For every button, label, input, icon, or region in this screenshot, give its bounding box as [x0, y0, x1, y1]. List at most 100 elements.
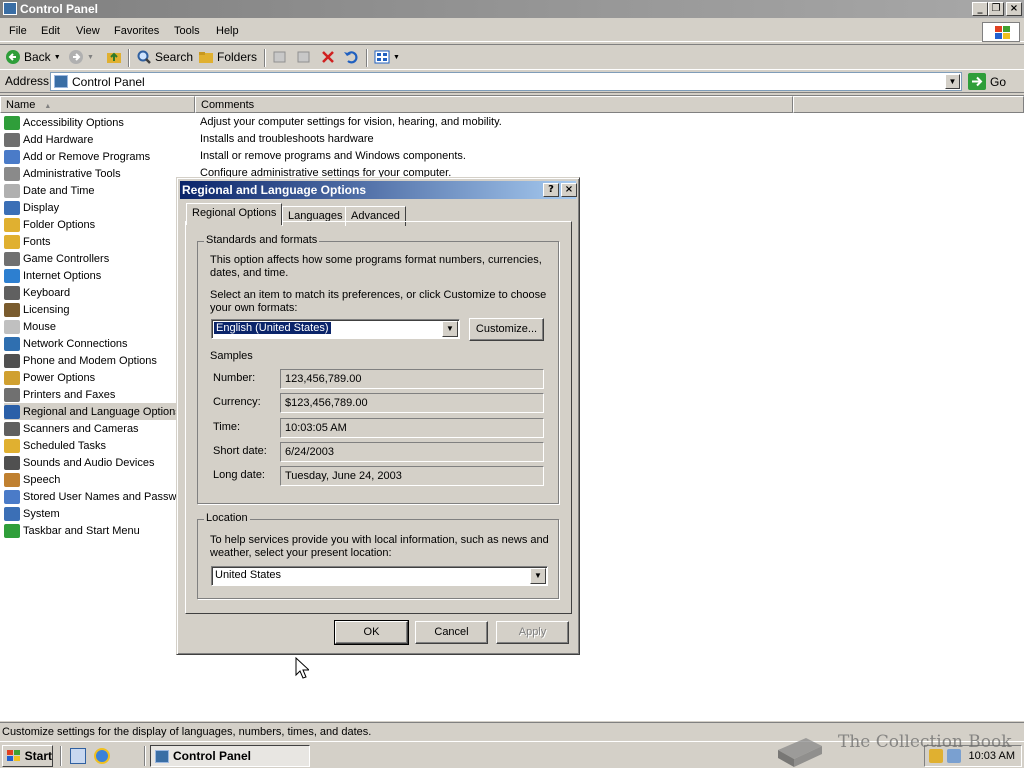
list-item-name: Scanners and Cameras	[23, 422, 139, 435]
move-to-button[interactable]	[272, 49, 288, 65]
show-desktop-icon[interactable]	[70, 748, 86, 764]
undo-button[interactable]	[343, 49, 359, 65]
format-select[interactable]: English (United States) ▼	[211, 319, 460, 339]
control-panel-item-icon	[4, 183, 20, 198]
control-panel-item-icon	[4, 489, 20, 504]
menu-file[interactable]: File	[9, 25, 27, 37]
list-item[interactable]: Fonts	[4, 233, 194, 250]
go-arrow-icon	[968, 73, 986, 90]
format-dropdown-icon[interactable]: ▼	[442, 321, 458, 337]
window-titlebar[interactable]: Control Panel _ ❐ ×	[0, 0, 1024, 18]
list-item-comment: Install or remove programs and Windows c…	[200, 150, 466, 162]
menu-edit[interactable]: Edit	[41, 25, 60, 37]
list-item[interactable]: Add Hardware	[4, 131, 194, 148]
copy-to-button[interactable]	[296, 49, 312, 65]
windows-flag-icon	[7, 750, 20, 761]
list-item[interactable]: Scanners and Cameras	[4, 420, 194, 437]
standards-group-label: Standards and formats	[204, 234, 320, 246]
column-header-comments[interactable]: Comments	[195, 96, 793, 113]
location-select-value: United States	[215, 569, 282, 581]
list-item-name: Accessibility Options	[23, 116, 124, 129]
control-panel-item-icon	[4, 387, 20, 402]
address-input[interactable]: Control Panel ▼	[50, 72, 962, 91]
up-folder-icon	[107, 52, 121, 63]
menu-tools[interactable]: Tools	[174, 25, 200, 37]
start-button[interactable]: Start	[2, 745, 53, 767]
ok-button[interactable]: OK	[334, 620, 409, 645]
list-item[interactable]: Licensing	[4, 301, 194, 318]
list-item[interactable]: Display	[4, 199, 194, 216]
list-item[interactable]: Game Controllers	[4, 250, 194, 267]
folders-button[interactable]: Folders	[198, 49, 257, 65]
list-item[interactable]: Scheduled Tasks	[4, 437, 194, 454]
address-dropdown-icon[interactable]: ▼	[945, 74, 960, 89]
up-folder-button[interactable]	[106, 49, 122, 65]
location-select[interactable]: United States ▼	[211, 566, 548, 586]
list-item[interactable]: Regional and Language Options	[4, 403, 194, 420]
dialog-titlebar[interactable]: Regional and Language Options ? ×	[180, 181, 577, 199]
list-item[interactable]: Power Options	[4, 369, 194, 386]
move-to-icon	[273, 51, 286, 63]
start-label: Start	[24, 749, 52, 763]
minimize-button[interactable]: _	[972, 2, 988, 16]
column-header-name[interactable]: Name ▲	[0, 96, 195, 113]
sample-time-value: 10:03:05 AM	[280, 418, 544, 438]
copy-to-icon	[297, 51, 310, 63]
go-button[interactable]: Go	[968, 72, 1020, 91]
list-item-name: Taskbar and Start Menu	[23, 524, 140, 537]
list-item-name: Folder Options	[23, 218, 96, 231]
back-dropdown-icon[interactable]: ▼	[54, 54, 61, 61]
customize-button[interactable]: Customize...	[469, 318, 544, 341]
list-item[interactable]: Folder Options	[4, 216, 194, 233]
search-label: Search	[155, 50, 194, 64]
list-item[interactable]: Keyboard	[4, 284, 194, 301]
close-button[interactable]: ×	[1006, 2, 1022, 16]
list-item[interactable]: Administrative Tools	[4, 165, 194, 182]
list-item[interactable]: System	[4, 505, 194, 522]
dialog-close-button[interactable]: ×	[561, 183, 577, 197]
taskbar-item-control-panel[interactable]: Control Panel	[150, 745, 310, 767]
watermark-text: The Collection Book	[838, 732, 1012, 752]
forward-dropdown-icon[interactable]: ▼	[87, 54, 94, 61]
list-item[interactable]: Taskbar and Start Menu	[4, 522, 194, 539]
list-item[interactable]: Phone and Modem Options	[4, 352, 194, 369]
undo-icon	[344, 51, 358, 64]
internet-explorer-icon[interactable]	[94, 748, 110, 764]
search-button[interactable]: Search	[136, 49, 193, 65]
views-dropdown-icon[interactable]: ▼	[393, 54, 400, 61]
back-label: Back	[24, 50, 51, 64]
list-item[interactable]: Stored User Names and Passwo	[4, 488, 194, 505]
list-item[interactable]: Network Connections	[4, 335, 194, 352]
list-item-name: Sounds and Audio Devices	[23, 456, 155, 469]
tab-regional-options[interactable]: Regional Options	[186, 203, 283, 225]
views-icon	[374, 50, 390, 64]
back-button[interactable]: Back ▼	[5, 49, 61, 65]
menu-favorites[interactable]: Favorites	[114, 25, 159, 37]
delete-button[interactable]	[320, 49, 336, 65]
status-text: Customize settings for the display of la…	[2, 726, 372, 738]
sample-currency-value: $123,456,789.00	[280, 393, 544, 413]
help-button[interactable]: ?	[543, 183, 559, 197]
list-item[interactable]: Date and Time	[4, 182, 194, 199]
list-item[interactable]: Add or Remove Programs	[4, 148, 194, 165]
views-button[interactable]: ▼	[374, 49, 400, 65]
sample-number-label: Number:	[213, 372, 256, 384]
restore-button[interactable]: ❐	[988, 2, 1004, 16]
list-item[interactable]: Mouse	[4, 318, 194, 335]
control-panel-item-icon	[4, 166, 20, 181]
control-panel-item-icon	[4, 438, 20, 453]
list-item[interactable]: Accessibility Options	[4, 114, 194, 131]
sample-number-value: 123,456,789.00	[280, 369, 544, 389]
list-item[interactable]: Printers and Faxes	[4, 386, 194, 403]
list-item-name: Fonts	[23, 235, 51, 248]
list-item[interactable]: Speech	[4, 471, 194, 488]
cancel-button[interactable]: Cancel	[415, 621, 488, 644]
apply-button[interactable]: Apply	[496, 621, 569, 644]
menu-help[interactable]: Help	[216, 25, 239, 37]
location-text: To help services provide you with local …	[210, 534, 549, 559]
list-item[interactable]: Sounds and Audio Devices	[4, 454, 194, 471]
list-item[interactable]: Internet Options	[4, 267, 194, 284]
location-dropdown-icon[interactable]: ▼	[530, 568, 546, 584]
menu-view[interactable]: View	[76, 25, 100, 37]
forward-button[interactable]: ▼	[68, 49, 94, 65]
